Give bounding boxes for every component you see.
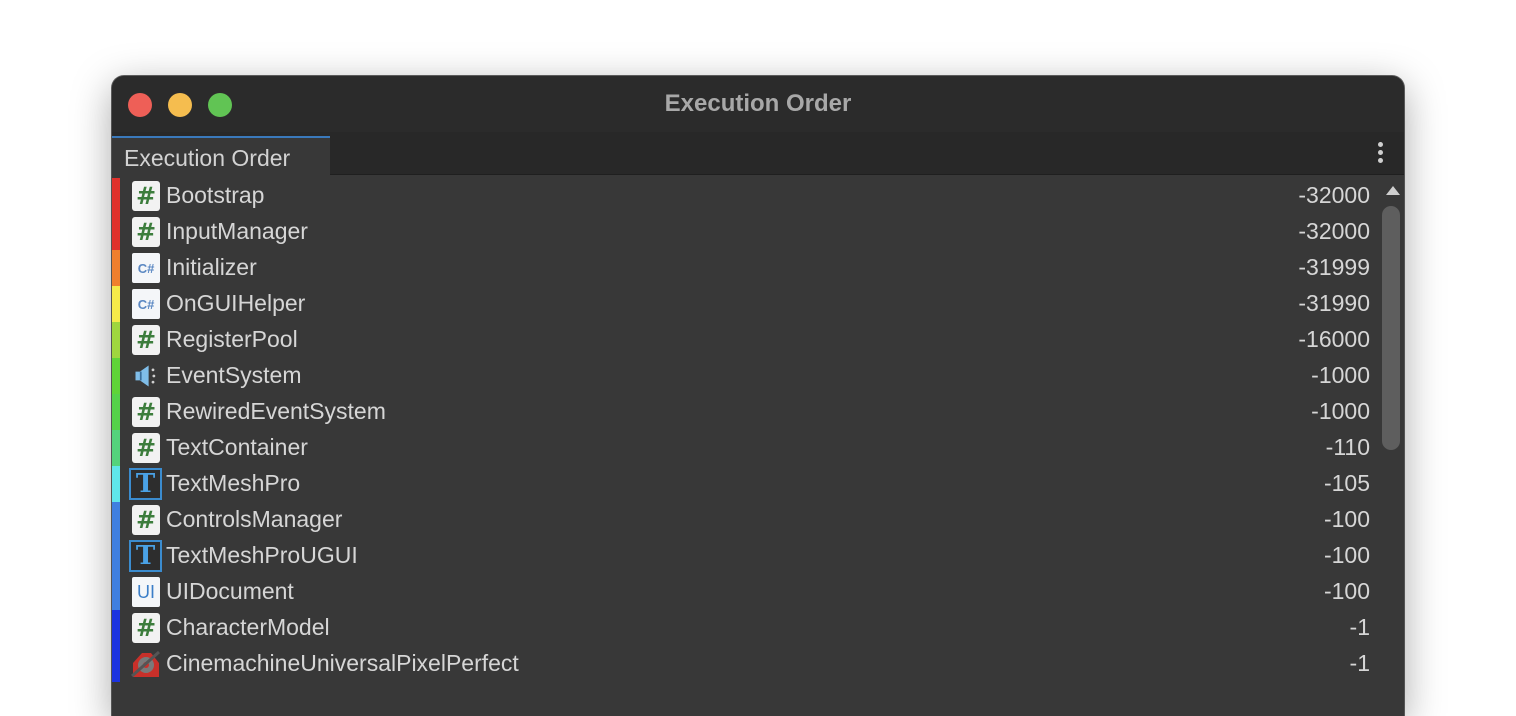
script-hash-icon: #: [132, 217, 160, 247]
textmeshpro-icon: T: [129, 540, 162, 572]
order-color-stripe: [112, 502, 120, 538]
script-name: UIDocument: [166, 578, 294, 604]
script-row[interactable]: # ControlsManager -100: [112, 502, 1382, 538]
order-color-stripe: [112, 574, 120, 610]
script-name: TextContainer: [166, 434, 308, 460]
order-color-stripe: [112, 358, 120, 394]
execution-order-window: Execution Order Execution Order # Bootstr…: [112, 76, 1404, 716]
title-bar[interactable]: Execution Order: [112, 76, 1404, 132]
script-name: RewiredEventSystem: [166, 398, 386, 424]
execution-order-value[interactable]: -1: [1350, 650, 1370, 677]
script-name: ControlsManager: [166, 506, 343, 532]
script-hash-icon: #: [132, 505, 160, 535]
scroll-up-arrow-icon[interactable]: [1386, 186, 1400, 195]
execution-order-value[interactable]: -16000: [1298, 326, 1370, 353]
tab-label: Execution Order: [124, 145, 291, 171]
tab-execution-order[interactable]: Execution Order: [112, 136, 330, 175]
order-color-stripe: [112, 394, 120, 430]
script-row[interactable]: # InputManager -32000: [112, 214, 1382, 250]
script-name: CinemachineUniversalPixelPerfect: [166, 650, 519, 676]
script-name: InputManager: [166, 218, 308, 244]
csharp-file-icon: C#: [132, 253, 160, 283]
script-row[interactable]: T TextMeshPro -105: [112, 466, 1382, 502]
execution-order-value[interactable]: -105: [1324, 470, 1370, 497]
script-row[interactable]: C# Initializer -31999: [112, 250, 1382, 286]
script-order-list: # Bootstrap -32000 # InputManager -32000 C# Ini…: [112, 178, 1382, 682]
script-row[interactable]: # Bootstrap -32000: [112, 178, 1382, 214]
order-color-stripe: [112, 250, 120, 286]
order-color-stripe: [112, 178, 120, 214]
execution-order-value[interactable]: -1000: [1311, 398, 1370, 425]
script-hash-icon: #: [132, 397, 160, 427]
ui-document-icon: UI: [132, 577, 160, 607]
tab-bar: Execution Order: [112, 132, 1404, 175]
script-name: Bootstrap: [166, 182, 265, 208]
execution-order-value[interactable]: -100: [1324, 506, 1370, 533]
event-system-megaphone-icon: [132, 361, 160, 391]
script-name: CharacterModel: [166, 614, 330, 640]
script-name: OnGUIHelper: [166, 290, 306, 316]
execution-order-value[interactable]: -110: [1326, 434, 1370, 461]
window-title: Execution Order: [664, 90, 852, 117]
order-color-stripe: [112, 214, 120, 250]
order-color-stripe: [112, 286, 120, 322]
execution-order-value[interactable]: -32000: [1298, 182, 1370, 209]
script-row[interactable]: T TextMeshProUGUI -100: [112, 538, 1382, 574]
script-hash-icon: #: [132, 613, 160, 643]
scrollbar-thumb[interactable]: [1382, 206, 1400, 450]
script-name: RegisterPool: [166, 326, 298, 352]
script-row[interactable]: # RewiredEventSystem -1000: [112, 394, 1382, 430]
execution-order-value[interactable]: -1000: [1311, 362, 1370, 389]
execution-order-value[interactable]: -31999: [1298, 254, 1370, 281]
order-color-stripe: [112, 538, 120, 574]
script-row[interactable]: # TextContainer -110: [112, 430, 1382, 466]
script-row[interactable]: EventSystem -1000: [112, 358, 1382, 394]
script-name: EventSystem: [166, 362, 302, 388]
execution-order-value[interactable]: -31990: [1298, 290, 1370, 317]
script-hash-icon: #: [132, 433, 160, 463]
cinemachine-icon: [128, 649, 164, 679]
script-hash-icon: #: [132, 181, 160, 211]
execution-order-value[interactable]: -1: [1350, 614, 1370, 641]
execution-order-value[interactable]: -100: [1324, 578, 1370, 605]
script-hash-icon: #: [132, 325, 160, 355]
script-row[interactable]: # RegisterPool -16000: [112, 322, 1382, 358]
more-options-icon[interactable]: [1376, 142, 1384, 166]
execution-order-value[interactable]: -32000: [1298, 218, 1370, 245]
script-row[interactable]: CinemachineUniversalPixelPerfect -1: [112, 646, 1382, 682]
order-color-stripe: [112, 466, 120, 502]
script-name: TextMeshProUGUI: [166, 542, 358, 568]
order-color-stripe: [112, 646, 120, 682]
execution-order-value[interactable]: -100: [1324, 542, 1370, 569]
script-name: TextMeshPro: [166, 470, 301, 496]
order-color-stripe: [112, 610, 120, 646]
order-color-stripe: [112, 430, 120, 466]
script-row[interactable]: UI UIDocument -100: [112, 574, 1382, 610]
script-name: Initializer: [166, 254, 257, 280]
csharp-file-icon: C#: [132, 289, 160, 319]
order-color-stripe: [112, 322, 120, 358]
script-row[interactable]: # CharacterModel -1: [112, 610, 1382, 646]
textmeshpro-icon: T: [129, 468, 162, 500]
script-row[interactable]: C# OnGUIHelper -31990: [112, 286, 1382, 322]
